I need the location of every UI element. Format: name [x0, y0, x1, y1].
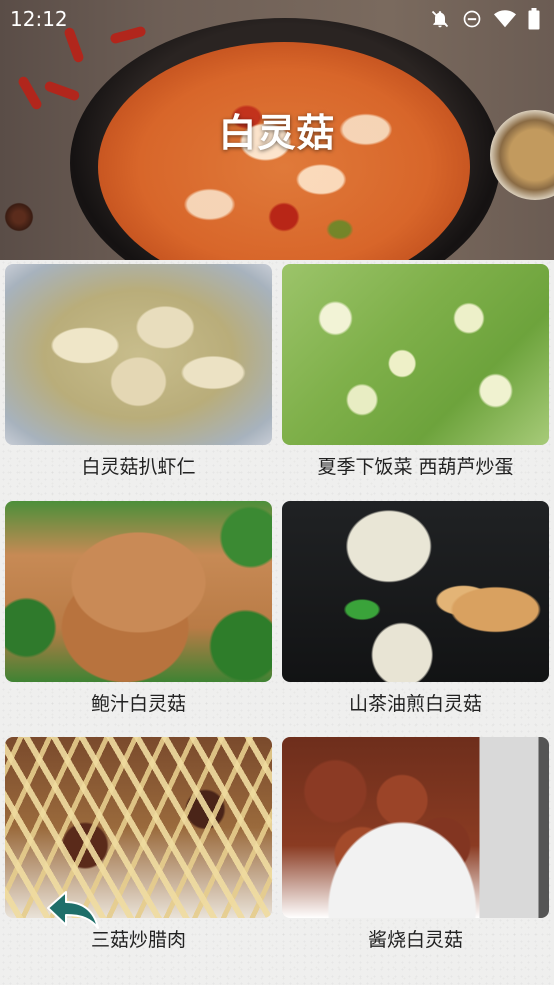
status-bar: 12:12: [0, 0, 554, 36]
wifi-icon: [494, 9, 516, 29]
recipe-title[interactable]: 酱烧白灵菇: [282, 925, 549, 952]
recipe-card[interactable]: 酱烧白灵菇: [282, 737, 549, 965]
recipe-card[interactable]: 山茶油煎白灵菇: [282, 501, 549, 729]
star-anise-decor: [2, 200, 36, 234]
battery-icon: [528, 8, 540, 30]
recipe-title[interactable]: 白灵菇扒虾仁: [5, 452, 272, 479]
recipe-title[interactable]: 山茶油煎白灵菇: [282, 689, 549, 716]
chili-decor: [43, 80, 81, 102]
recipe-thumbnail[interactable]: [282, 737, 549, 918]
do-not-disturb-icon: [462, 9, 482, 29]
status-icons: [430, 8, 540, 30]
recipe-thumbnail[interactable]: [282, 264, 549, 445]
recipe-thumbnail[interactable]: [5, 501, 272, 682]
recipe-title[interactable]: 鲍汁白灵菇: [5, 689, 272, 716]
page-title: 白灵菇: [218, 111, 336, 155]
recipe-card[interactable]: 夏季下饭菜 西葫芦炒蛋: [282, 264, 549, 492]
recipe-thumbnail[interactable]: [282, 501, 549, 682]
back-arrow-icon[interactable]: [44, 888, 102, 934]
header-banner: 白灵菇: [0, 0, 554, 260]
recipe-card[interactable]: 白灵菇扒虾仁: [5, 264, 272, 492]
recipe-thumbnail[interactable]: [5, 264, 272, 445]
status-time: 12:12: [10, 7, 68, 31]
notifications-off-icon: [430, 9, 450, 29]
recipe-title[interactable]: 夏季下饭菜 西葫芦炒蛋: [282, 452, 549, 479]
back-arrow-button[interactable]: [44, 888, 102, 934]
recipe-card[interactable]: 鲍汁白灵菇: [5, 501, 272, 729]
